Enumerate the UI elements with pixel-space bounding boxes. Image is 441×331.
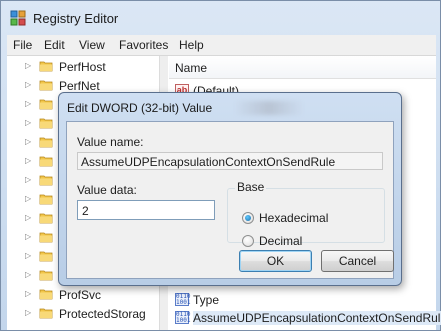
base-label: Base [235,180,267,194]
tree-item[interactable]: ▷ PerfHost [7,57,159,76]
expand-arrow-icon[interactable]: ▷ [25,232,31,241]
value-row-type[interactable]: 0110 1001 Type [175,291,435,309]
menu-bar: File Edit View Favorites Help [7,35,436,56]
expand-arrow-icon[interactable]: ▷ [25,194,31,203]
value-data-input[interactable]: 2 [77,200,215,220]
title-blur [234,101,304,115]
menu-file[interactable]: File [13,38,32,52]
value-name: AssumeUDPEncapsulationContextOnSendRule [193,311,441,325]
title-bar: Registry Editor [1,1,440,35]
folder-icon [39,270,53,281]
hexadecimal-label[interactable]: Hexadecimal [259,211,328,225]
folder-icon [39,251,53,262]
cancel-button[interactable]: Cancel [321,250,394,272]
menu-favorites[interactable]: Favorites [119,38,168,52]
folder-icon [39,99,53,110]
value-data-label: Value data: [77,183,137,197]
folder-icon [39,213,53,224]
tree-item-label: PerfNet [59,79,100,93]
tree-item-label: PerfHost [59,60,106,74]
tree-item[interactable]: ▷ ProfSvc [7,285,159,304]
folder-icon [39,308,53,319]
dword-value-icon: 0110 1001 [175,311,191,324]
expand-arrow-icon[interactable]: ▷ [25,80,31,89]
decimal-radio[interactable] [242,235,254,247]
folder-icon [39,289,53,300]
folder-icon [39,194,53,205]
expand-arrow-icon[interactable]: ▷ [25,137,31,146]
name-column-header[interactable]: Name [169,56,436,79]
folder-icon [39,137,53,148]
hexadecimal-radio[interactable] [242,212,254,224]
expand-arrow-icon[interactable]: ▷ [25,99,31,108]
value-row-assumeudp[interactable]: 0110 1001 AssumeUDPEncapsulationContextOn… [175,309,441,327]
edit-dword-dialog: Edit DWORD (32-bit) Value Value name: As… [58,92,402,286]
ok-button[interactable]: OK [239,250,312,272]
value-data-text: 2 [82,204,89,218]
folder-icon [39,118,53,129]
value-name: Type [193,293,220,307]
folder-icon [39,232,53,243]
expand-arrow-icon[interactable]: ▷ [25,289,31,298]
dialog-title: Edit DWORD (32-bit) Value [67,101,213,115]
dialog-body: Value name: AssumeUDPEncapsulationContex… [66,121,394,279]
folder-icon [39,175,53,186]
registry-editor-icon [10,10,26,26]
name-column-label: Name [175,61,208,75]
expand-arrow-icon[interactable]: ▷ [25,156,31,165]
folder-icon [39,61,53,72]
expand-arrow-icon[interactable]: ▷ [25,61,31,70]
tree-item-label: ProfSvc [59,288,102,302]
expand-arrow-icon[interactable]: ▷ [25,270,31,279]
window-title: Registry Editor [33,11,119,26]
value-name-field: AssumeUDPEncapsulationContextOnSendRule [77,152,383,170]
expand-arrow-icon[interactable]: ▷ [25,118,31,127]
folder-icon [39,80,53,91]
menu-help[interactable]: Help [179,38,204,52]
dword-value-icon: 0110 1001 [175,293,191,306]
expand-arrow-icon[interactable]: ▷ [25,175,31,184]
expand-arrow-icon[interactable]: ▷ [25,308,31,317]
menu-edit[interactable]: Edit [44,38,65,52]
decimal-label[interactable]: Decimal [259,234,302,248]
tree-item[interactable]: ▷ ProtectedStorag [7,304,159,323]
expand-arrow-icon[interactable]: ▷ [25,213,31,222]
expand-arrow-icon[interactable]: ▷ [25,251,31,260]
tree-item-label: ProtectedStorag [59,307,146,321]
value-name-label: Value name: [77,135,144,149]
folder-icon [39,156,53,167]
value-name-text: AssumeUDPEncapsulationContextOnSendRule [81,155,336,169]
menu-view[interactable]: View [79,38,105,52]
